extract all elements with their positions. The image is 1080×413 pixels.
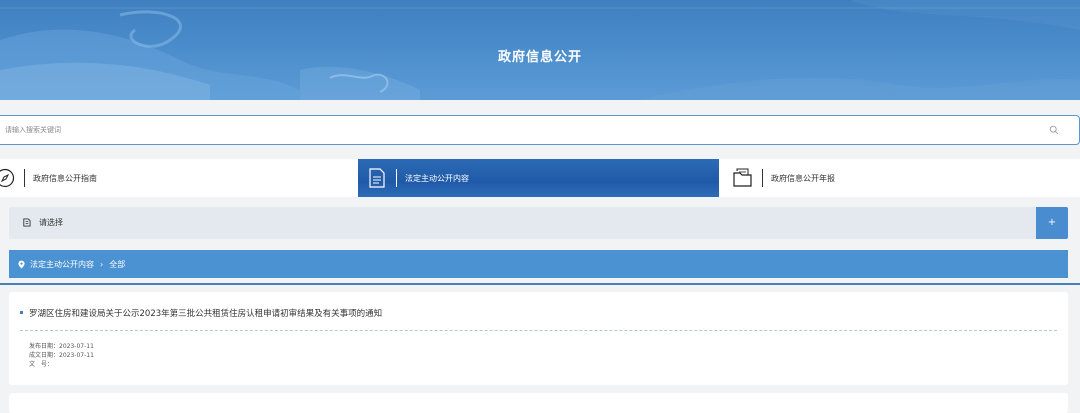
breadcrumb: 法定主动公开内容 › 全部 bbox=[9, 250, 1068, 278]
doc-number-row: 文 号： bbox=[29, 359, 53, 368]
banner: 政府信息公开 bbox=[0, 0, 1080, 100]
compass-icon bbox=[0, 167, 16, 189]
category-select-label: 请选择 bbox=[39, 218, 63, 227]
doc-number-label: 文 号： bbox=[29, 361, 54, 368]
publish-date: 2023-07-11 bbox=[59, 343, 94, 350]
article-card: 罗湖区住房和建设局关于公示2023年第三批公共租赁住房认租申请初审结果及有关事项… bbox=[9, 292, 1068, 385]
publish-date-label: 发布日期： bbox=[29, 343, 60, 350]
breadcrumb-separator: › bbox=[100, 259, 104, 269]
tab-statutory-content-label: 法定主动公开内容 bbox=[405, 173, 469, 183]
search-box[interactable] bbox=[0, 115, 1080, 145]
tab-guide-label: 政府信息公开指南 bbox=[33, 173, 97, 183]
written-date-label: 成文日期： bbox=[29, 352, 60, 359]
tab-divider bbox=[762, 169, 763, 187]
written-date-row: 成文日期：2023-07-11 bbox=[29, 350, 94, 359]
document-icon bbox=[366, 167, 388, 189]
tab-annual-report[interactable]: 政府信息公开年报 bbox=[732, 159, 1080, 197]
folder-icon bbox=[732, 167, 754, 189]
tab-guide[interactable]: 政府信息公开指南 bbox=[0, 159, 358, 197]
tab-divider bbox=[24, 169, 25, 187]
bullet-icon bbox=[20, 311, 23, 314]
page-title: 政府信息公开 bbox=[497, 50, 582, 65]
tab-annual-report-label: 政府信息公开年报 bbox=[771, 173, 835, 183]
tab-divider bbox=[396, 169, 397, 187]
divider-line bbox=[0, 283, 1080, 285]
expand-button[interactable]: + bbox=[1036, 207, 1068, 239]
written-date: 2023-07-11 bbox=[59, 352, 94, 359]
tab-statutory-content[interactable]: 法定主动公开内容 bbox=[358, 159, 719, 197]
search-input[interactable] bbox=[5, 122, 985, 138]
category-select[interactable]: 请选择 + bbox=[9, 207, 1068, 239]
publish-date-row: 发布日期：2023-07-11 bbox=[29, 341, 94, 350]
filter-icon bbox=[23, 218, 31, 227]
breadcrumb-root[interactable]: 法定主动公开内容 bbox=[30, 259, 94, 270]
breadcrumb-current: 全部 bbox=[109, 259, 126, 269]
article-title-link[interactable]: 罗湖区住房和建设局关于公示2023年第三批公共租赁住房认租申请初审结果及有关事项… bbox=[29, 307, 382, 319]
article-card-next bbox=[9, 393, 1068, 413]
search-icon[interactable] bbox=[1049, 125, 1059, 135]
location-pin-icon bbox=[18, 260, 25, 268]
tab-bar: 政府信息公开指南 法定主动公开内容 政府信息公开年报 bbox=[0, 159, 1080, 197]
dashed-divider bbox=[20, 330, 1057, 331]
